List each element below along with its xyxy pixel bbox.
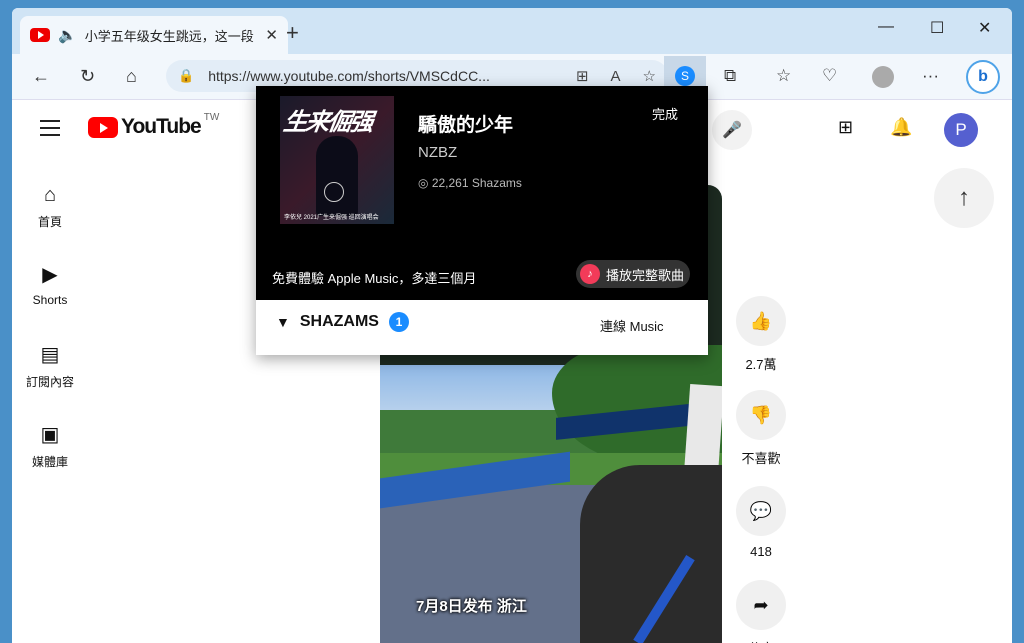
new-tab-button[interactable]: + (286, 20, 299, 46)
library-icon: ▣ (40, 424, 60, 446)
album-art-figure (316, 136, 358, 216)
window-close-icon[interactable]: ✕ (978, 18, 991, 38)
voice-search-icon[interactable]: 🎤 (712, 110, 752, 150)
speaker-icon[interactable]: 🔈 (58, 26, 77, 44)
lock-icon[interactable]: 🔒 (178, 68, 194, 84)
done-button[interactable]: 完成 (652, 104, 678, 123)
shazam-count-text: 22,261 Shazams (431, 176, 522, 190)
read-aloud-icon[interactable]: A (611, 68, 621, 85)
logo-text: YouTube (121, 115, 202, 138)
sidebar-label: 媒體庫 (31, 455, 68, 469)
album-art[interactable]: 生来倔强 李依兒 2021广生来倔强 巡回演唱会 (280, 96, 394, 224)
album-art-subtitle: 李依兒 2021广生来倔强 巡回演唱会 (284, 215, 379, 221)
maximize-icon[interactable]: ☐ (930, 18, 944, 38)
home-icon: ⌂ (43, 184, 57, 206)
close-tab-icon[interactable]: ✕ (265, 26, 278, 44)
apple-music-promo[interactable]: 免費體驗 Apple Music，多達三個月 (272, 268, 476, 287)
home-icon[interactable]: ⌂ (126, 66, 137, 87)
profile-icon[interactable] (872, 66, 894, 88)
play-full-label: 播放完整歌曲 (606, 267, 685, 283)
shorts-icon: ▶ (42, 264, 58, 286)
subscriptions-icon: ▤ (40, 344, 60, 366)
tab-youtube[interactable]: 🔈 小学五年级女生跳远，这一段 ✕ (20, 16, 288, 54)
sidebar-item-shorts[interactable]: ▶ Shorts (12, 262, 88, 307)
shazam-logo-icon: S (675, 66, 695, 86)
shazam-result-panel: 生来倔强 李依兒 2021广生来倔强 巡回演唱会 驕傲的少年 NZBZ ◎ 22… (256, 86, 708, 300)
minimize-icon[interactable]: — (878, 18, 894, 36)
url-text: https://www.youtube.com/shorts/VMSCdCC..… (208, 68, 490, 84)
video-caption: 7月8日发布 浙江 (416, 598, 527, 615)
youtube-play-icon (88, 116, 118, 138)
create-video-icon[interactable]: ⊞ (838, 117, 853, 138)
avatar[interactable]: P (944, 113, 978, 147)
album-art-title: 生来倔强 (281, 109, 374, 136)
sidebar-item-library[interactable]: ▣ 媒體庫 (12, 422, 88, 470)
sidebar-item-home[interactable]: ⌂ 首頁 (12, 184, 88, 230)
shazams-label: SHAZAMS (299, 313, 379, 330)
connect-apple-music-button[interactable]: 連線 Music (600, 316, 664, 335)
favorite-star-icon[interactable]: ☆ (643, 67, 656, 85)
comment-count: 418 (750, 544, 772, 559)
chevron-down-icon: ▼ (276, 314, 290, 330)
song-title[interactable]: 驕傲的少年 (418, 110, 513, 137)
sidebar-label: 訂閱內容 (25, 375, 74, 389)
scroll-up-icon[interactable]: ↑ (934, 168, 994, 228)
more-menu-icon[interactable]: ··· (922, 66, 939, 86)
sidebar-item-subscriptions[interactable]: ▤ 訂閱內容 (12, 342, 88, 390)
sidebar-label: Shorts (32, 293, 68, 307)
bing-copilot-icon[interactable]: b (966, 60, 1000, 94)
menu-icon[interactable] (40, 120, 60, 136)
comment-icon: 💬 (736, 486, 786, 536)
browser-window: 🔈 小学五年级女生跳远，这一段 ✕ + — ☐ ✕ ← ↻ ⌂ 🔒 https:… (12, 8, 1012, 643)
tab-strip: 🔈 小学五年级女生跳远，这一段 ✕ + — ☐ ✕ (12, 8, 1012, 54)
comments-button[interactable]: 💬 418 (734, 486, 788, 559)
music-note-icon: ♪ (580, 264, 600, 284)
shazam-count: ◎ 22,261 Shazams (418, 176, 522, 190)
refresh-icon[interactable]: ↻ (80, 66, 95, 87)
like-count: 2.7萬 (745, 357, 777, 372)
back-icon[interactable]: ← (32, 66, 50, 87)
browser-essentials-icon[interactable]: ♡ (822, 66, 837, 86)
shazams-count-badge: 1 (388, 312, 409, 332)
album-art-seal (324, 182, 344, 202)
youtube-logo[interactable]: YouTube TW (88, 111, 220, 139)
tab-title: 小学五年级女生跳远，这一段 (84, 28, 254, 44)
extensions-icon[interactable]: ⧉ (724, 66, 736, 86)
play-full-song-button[interactable]: ♪ 播放完整歌曲 (576, 260, 690, 288)
thumbs-down-icon: 👎 (736, 390, 786, 440)
dislike-label: 不喜歡 (741, 451, 781, 466)
like-button[interactable]: 👍 2.7萬 (734, 296, 788, 373)
shazam-popup: 生来倔强 李依兒 2021广生来倔强 巡回演唱会 驕傲的少年 NZBZ ◎ 22… (256, 86, 708, 355)
youtube-favicon-icon (30, 28, 50, 42)
notifications-bell-icon[interactable]: 🔔 (890, 117, 912, 138)
country-code: TW (203, 111, 220, 123)
shazams-toggle[interactable]: ▼ SHAZAMS 1 (276, 312, 409, 332)
share-button[interactable]: ➦ 分享 (734, 580, 788, 643)
dislike-button[interactable]: 👎 不喜歡 (734, 390, 788, 467)
thumbs-up-icon: 👍 (736, 296, 786, 346)
share-icon: ➦ (736, 580, 786, 630)
shazam-small-icon: ◎ (418, 176, 432, 190)
artist-name[interactable]: NZBZ (418, 144, 457, 161)
app-available-icon[interactable]: ⊞ (576, 67, 589, 85)
sidebar-label: 首頁 (37, 215, 62, 229)
favorites-icon[interactable]: ☆ (776, 66, 791, 86)
